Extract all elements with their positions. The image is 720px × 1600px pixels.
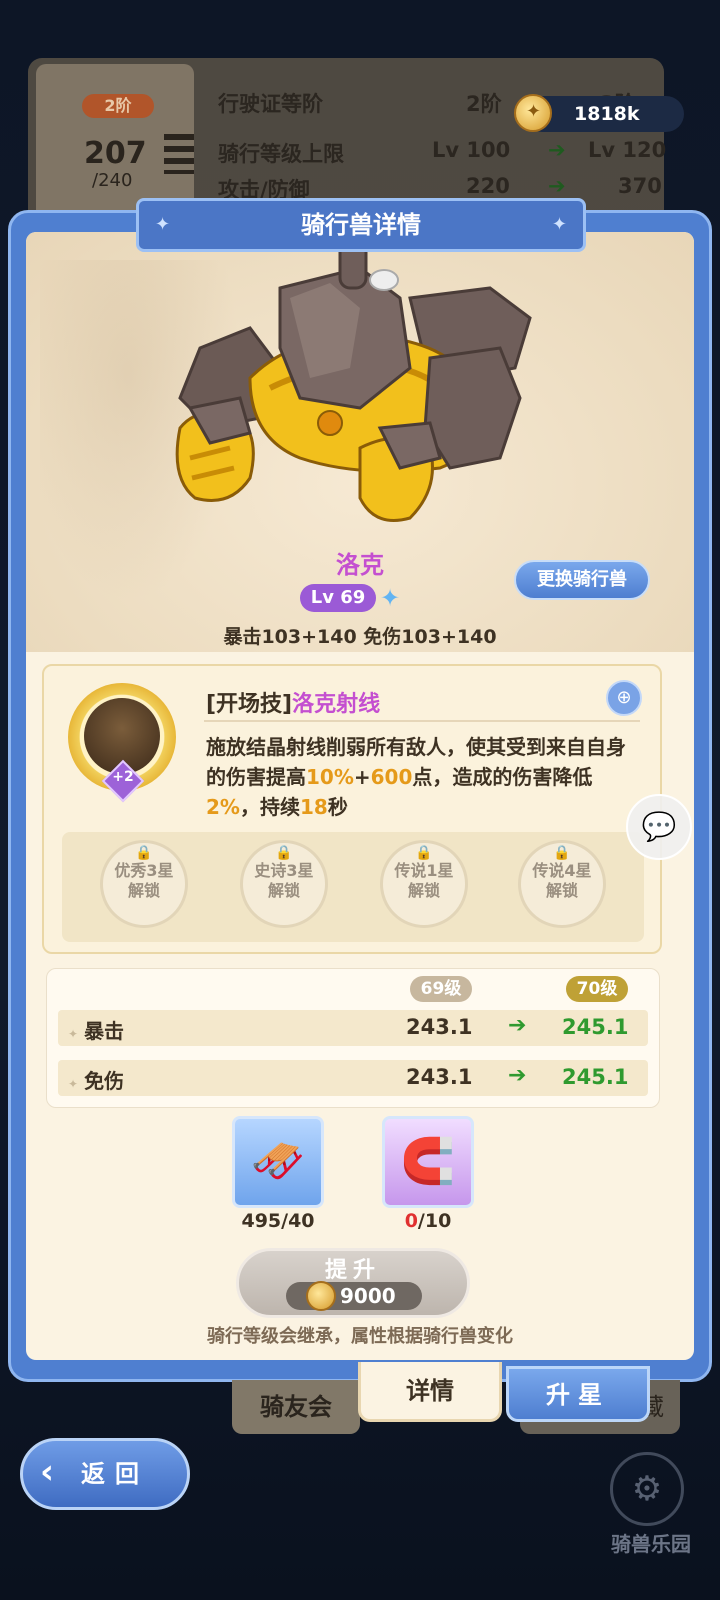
next-level-tag: 70级 bbox=[566, 976, 628, 1002]
back-arrow-icon: ‹ bbox=[40, 1452, 55, 1492]
skill-tag: [开场技] bbox=[206, 692, 293, 717]
unlock-requirement: 传说1星 bbox=[394, 861, 454, 880]
tab-star-up[interactable]: 升星 bbox=[506, 1366, 650, 1422]
unlock-requirement: 优秀3星 bbox=[114, 861, 174, 880]
swap-mount-button[interactable]: 更换骑行兽 bbox=[514, 560, 650, 600]
desc-text: 点，造成的伤害降低 bbox=[412, 765, 593, 789]
unlock-slot[interactable]: 🔒 优秀3星 解锁 bbox=[100, 840, 188, 928]
upgrade-note: 骑行等级会继承，属性根据骑行兽变化 bbox=[207, 1326, 513, 1347]
row-cur: 220 bbox=[466, 174, 510, 198]
unlock-label: 解锁 bbox=[407, 881, 440, 900]
unlock-slot[interactable]: 🔒 传说1星 解锁 bbox=[380, 840, 468, 928]
desc-text: + bbox=[353, 765, 371, 789]
chat-icon[interactable]: 💬 bbox=[626, 794, 692, 860]
row-next: Lv 120 bbox=[588, 138, 667, 162]
material-need: /10 bbox=[417, 1210, 452, 1232]
current-level-tag: 69级 bbox=[410, 976, 472, 1002]
stat-name: ✦ 暴击 bbox=[68, 1015, 124, 1044]
lock-icon: 🔒 bbox=[275, 845, 293, 861]
star-icon: ✦ bbox=[68, 1027, 79, 1041]
desc-text: 秒 bbox=[327, 795, 348, 819]
skill-name: 洛克射线 bbox=[292, 692, 381, 717]
watermark-text: 骑兽乐园 bbox=[611, 1532, 691, 1556]
stat-current: 243.1 bbox=[406, 1065, 473, 1089]
arrow-right-icon: ➔ bbox=[508, 1013, 527, 1038]
stat-label: 暴击 bbox=[84, 1019, 125, 1043]
desc-text: ，持续 bbox=[239, 795, 300, 819]
unlock-label: 解锁 bbox=[267, 881, 300, 900]
dialog-title: 骑行兽详情 bbox=[136, 198, 586, 252]
row-label: 骑行等级上限 bbox=[218, 142, 344, 166]
license-count: 207 bbox=[84, 136, 147, 171]
stat-row bbox=[58, 1060, 648, 1096]
license-tier: 2阶 bbox=[82, 94, 154, 118]
horseshoe-icon: 🧲 bbox=[400, 1136, 456, 1187]
lock-icon: 🔒 bbox=[553, 845, 571, 861]
unlock-requirement: 史诗3星 bbox=[254, 861, 314, 880]
rock-golem-mount-image bbox=[175, 236, 532, 522]
lock-icon: 🔒 bbox=[135, 845, 153, 861]
license-count-max: /240 bbox=[92, 170, 133, 191]
stat-next: 245.1 bbox=[562, 1015, 629, 1039]
stat-next: 245.1 bbox=[562, 1065, 629, 1089]
desc-highlight: 10% bbox=[306, 765, 354, 789]
row-label: 行驶证等阶 bbox=[218, 92, 323, 116]
saddle-material-slot[interactable]: 🛷 bbox=[232, 1116, 324, 1208]
stat-current: 243.1 bbox=[406, 1015, 473, 1039]
divider bbox=[204, 720, 640, 722]
mount-stats-summary: 暴击103+140 免伤103+140 bbox=[223, 626, 497, 648]
lock-icon: 🔒 bbox=[415, 845, 433, 861]
horseshoe-material-slot[interactable]: 🧲 bbox=[382, 1116, 474, 1208]
mount-level-badge: Lv 69 bbox=[300, 584, 376, 612]
desc-highlight: 600 bbox=[370, 765, 413, 789]
unlock-slot[interactable]: 🔒 史诗3星 解锁 bbox=[240, 840, 328, 928]
unlock-requirement: 传说4星 bbox=[532, 861, 592, 880]
row-next: 370 bbox=[618, 174, 662, 198]
arrow-right-icon: ➔ bbox=[548, 174, 566, 198]
material-count: 0/10 bbox=[382, 1210, 474, 1232]
arrow-right-icon: ➔ bbox=[508, 1063, 527, 1088]
desc-highlight: 2% bbox=[206, 795, 240, 819]
sparkle-icon: ✦ bbox=[380, 584, 401, 612]
skill-level-text: +2 bbox=[112, 769, 134, 785]
row-cur: 2阶 bbox=[466, 92, 502, 116]
skill-description: 施放结晶射线削弱所有敌人，使其受到来自自身的伤害提高10%+600点，造成的伤害… bbox=[206, 732, 636, 822]
mount-name: 洛克 bbox=[336, 551, 384, 579]
material-count: 495/40 bbox=[241, 1210, 315, 1232]
stat-row bbox=[58, 1010, 648, 1046]
coin-icon bbox=[514, 94, 552, 132]
star-icon: ✦ bbox=[68, 1077, 79, 1091]
upgrade-label: 提升 bbox=[324, 1258, 381, 1283]
material-have: 0 bbox=[404, 1210, 418, 1232]
watermark-logo-icon: ⚙ bbox=[610, 1452, 684, 1526]
desc-highlight: 18 bbox=[299, 795, 328, 819]
tab-details[interactable]: 详情 bbox=[358, 1362, 502, 1422]
stat-name: ✦ 免伤 bbox=[68, 1065, 124, 1094]
unlock-label: 解锁 bbox=[127, 881, 160, 900]
arrow-right-icon: ➔ bbox=[548, 138, 566, 162]
unlock-label: 解锁 bbox=[545, 881, 578, 900]
zoom-in-icon[interactable]: ⊕ bbox=[606, 680, 642, 716]
coin-icon bbox=[306, 1281, 336, 1311]
tab-rider-club[interactable]: 骑友会 bbox=[232, 1380, 360, 1434]
saddle-icon: 🛷 bbox=[250, 1136, 306, 1187]
stat-label: 免伤 bbox=[84, 1069, 125, 1093]
currency-amount: 1818k bbox=[574, 103, 640, 125]
skill-title: [开场技]洛克射线 bbox=[206, 686, 380, 718]
unlock-slot[interactable]: 🔒 传说4星 解锁 bbox=[518, 840, 606, 928]
row-cur: Lv 100 bbox=[432, 138, 511, 162]
stripe-decoration bbox=[164, 134, 194, 174]
